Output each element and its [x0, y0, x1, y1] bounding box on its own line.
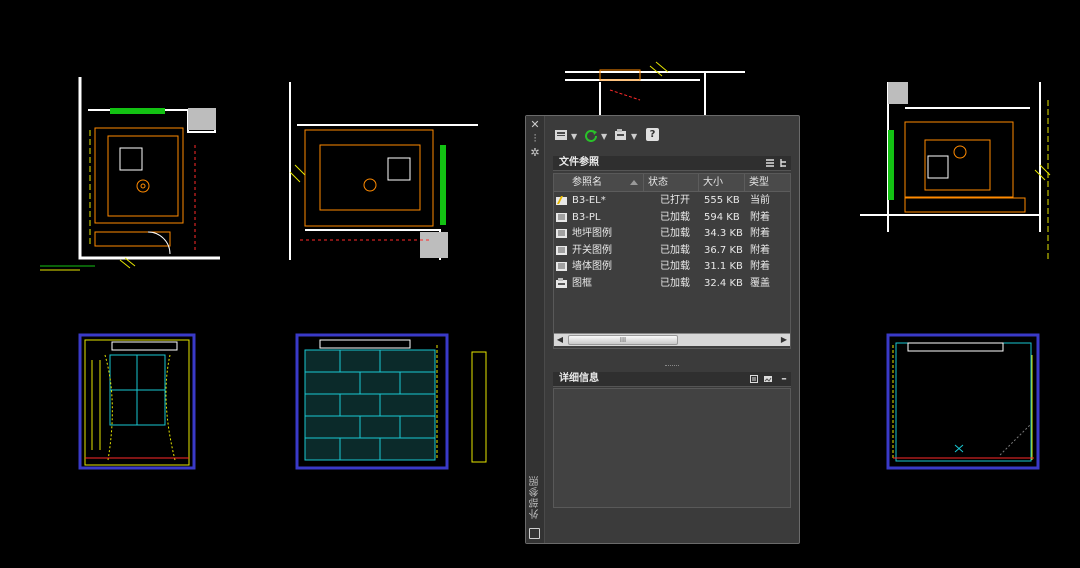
reference-name: 开关图例: [572, 244, 612, 256]
scroll-right-icon[interactable]: ▶: [778, 334, 790, 346]
external-references-palette[interactable]: ✕ ⫶ ✲ 外部参照 ▼ ▼ ▼ ? 文件参照 参照名 状态 大小 类型 B3-…: [525, 115, 800, 544]
details-view-icon[interactable]: [749, 374, 759, 384]
reference-type: 覆盖: [750, 277, 770, 289]
reference-size: 36.7 KB: [704, 244, 743, 256]
pane-splitter[interactable]: [553, 364, 791, 368]
dwg-reference-icon: [556, 262, 567, 271]
file-references-title: 文件参照: [559, 157, 599, 168]
reference-row[interactable]: B3-PL 已加载 594 KB 附着: [554, 210, 790, 226]
reference-type: 当前: [750, 195, 770, 206]
palette-title-bar[interactable]: ✕ ⫶ ✲ 外部参照: [526, 116, 545, 543]
reference-size: 31.1 KB: [704, 261, 743, 272]
dwg-reference-icon: [556, 212, 567, 222]
close-icon[interactable]: ✕: [529, 119, 541, 131]
floor-plan-3: [565, 61, 745, 115]
reference-status: 已打开: [660, 195, 690, 206]
change-path-icon: [615, 129, 626, 140]
dwg-reference-icon: [556, 229, 567, 238]
reference-status: 已加载: [660, 261, 690, 272]
dwg-reference-icon: [556, 245, 567, 255]
reference-row[interactable]: B3-EL* 已打开 555 KB 当前: [554, 193, 790, 209]
reference-name: B3-PL: [572, 211, 601, 223]
elevation-1: [78, 333, 196, 470]
reference-size: 32.4 KB: [704, 277, 743, 289]
reference-type: 附着: [750, 244, 770, 256]
reference-status: 已加载: [660, 277, 690, 289]
reference-type: 附着: [750, 228, 770, 239]
reference-row[interactable]: 开关图例 已加载 36.7 KB 附着: [554, 243, 790, 259]
details-pane: [553, 388, 791, 508]
details-title: 详细信息: [559, 373, 599, 384]
properties-icon[interactable]: ✲: [529, 147, 541, 159]
chevron-down-icon[interactable]: ▼: [571, 132, 577, 141]
reference-name: 墙体图例: [572, 261, 612, 272]
chevron-down-icon[interactable]: ▼: [601, 132, 607, 141]
elevation-3: [886, 333, 1040, 470]
column-header-name[interactable]: 参照名: [554, 174, 644, 191]
floor-plan-4: [860, 82, 1051, 260]
reference-size: 34.3 KB: [704, 228, 743, 239]
column-header-size[interactable]: 大小: [699, 174, 745, 191]
current-drawing-icon: [556, 196, 567, 205]
reference-row[interactable]: 图框 已加载 32.4 KB 覆盖: [554, 276, 790, 292]
reference-type: 附着: [750, 211, 770, 223]
column-headers: 参照名 状态 大小 类型: [554, 174, 790, 192]
reference-type: 附着: [750, 261, 770, 272]
scroll-left-icon[interactable]: ◀: [554, 334, 566, 346]
palette-menu-icon[interactable]: [529, 528, 540, 539]
preview-icon[interactable]: [763, 374, 773, 384]
sort-ascending-icon: [630, 180, 638, 185]
column-header-type[interactable]: 类型: [745, 174, 792, 191]
floor-plan-2: [289, 82, 478, 260]
details-header[interactable]: 详细信息 –: [553, 372, 791, 387]
reference-size: 555 KB: [704, 195, 740, 206]
reference-status: 已加载: [660, 244, 690, 256]
overlay-reference-icon: [556, 277, 567, 288]
tree-view-icon[interactable]: [779, 158, 789, 168]
reference-size: 594 KB: [704, 211, 740, 223]
help-button[interactable]: ?: [646, 128, 660, 144]
column-header-status[interactable]: 状态: [644, 174, 699, 191]
reference-name: 图框: [572, 277, 592, 289]
reference-name: B3-EL*: [572, 195, 606, 206]
change-path-button[interactable]: ▼: [614, 128, 640, 144]
reference-row[interactable]: 墙体图例 已加载 31.1 KB 附着: [554, 259, 790, 275]
reference-name: 地坪图例: [572, 228, 612, 239]
reference-row[interactable]: 地坪图例 已加载 34.3 KB 附着: [554, 226, 790, 242]
help-icon: ?: [646, 128, 659, 141]
horizontal-scrollbar[interactable]: ◀ III ▶: [554, 333, 790, 346]
reference-status: 已加载: [660, 228, 690, 239]
scroll-thumb[interactable]: III: [568, 335, 678, 345]
file-references-header[interactable]: 文件参照: [553, 156, 791, 171]
auto-hide-icon[interactable]: ⫶: [529, 133, 541, 145]
list-view-icon[interactable]: [765, 158, 775, 168]
refresh-icon: [585, 130, 597, 142]
file-references-list[interactable]: 参照名 状态 大小 类型 B3-EL* 已打开 555 KB 当前 B3-PL 已加载 59…: [553, 173, 791, 349]
collapse-icon[interactable]: –: [779, 373, 789, 384]
palette-title: 外部参照: [530, 475, 541, 519]
attach-dwg-button[interactable]: ▼: [554, 128, 580, 144]
xref-toolbar: ▼ ▼ ▼ ?: [550, 126, 790, 146]
floor-plan-1: [40, 77, 220, 271]
reference-status: 已加载: [660, 211, 690, 223]
chevron-down-icon[interactable]: ▼: [631, 132, 637, 141]
attach-dwg-icon: [555, 130, 567, 140]
refresh-button[interactable]: ▼: [584, 128, 610, 144]
elevation-2: [295, 333, 487, 470]
